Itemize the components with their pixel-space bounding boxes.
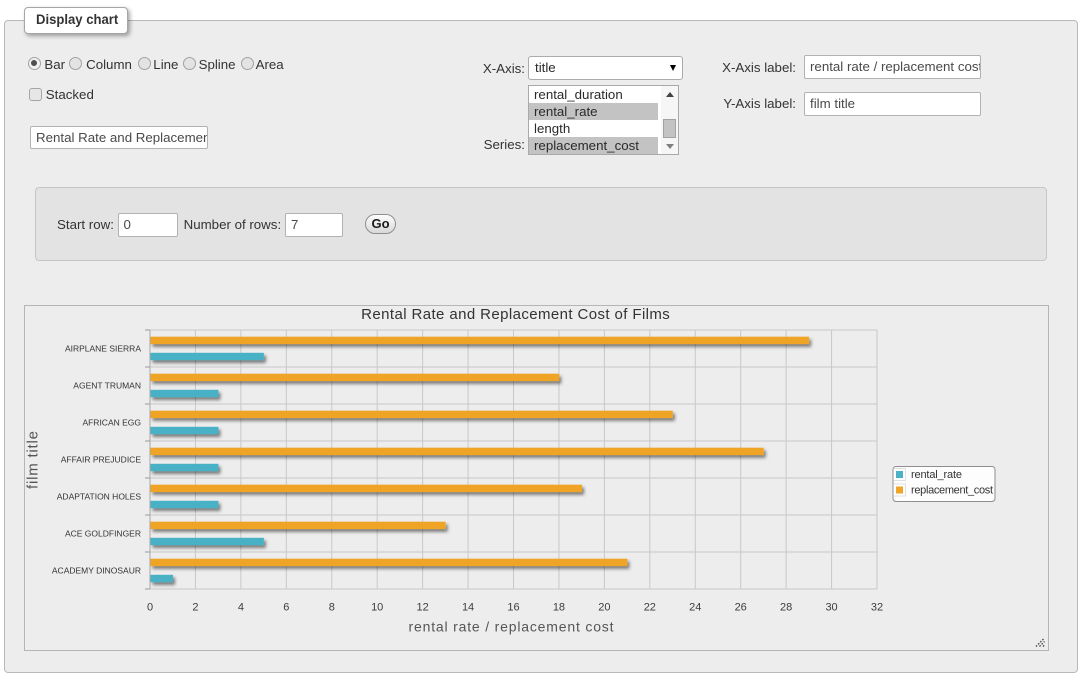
svg-text:film title: film title [25, 431, 41, 489]
svg-text:AIRPLANE SIERRA: AIRPLANE SIERRA [65, 344, 141, 354]
svg-text:12: 12 [417, 602, 429, 614]
svg-text:20: 20 [598, 602, 610, 614]
svg-text:AGENT TRUMAN: AGENT TRUMAN [73, 381, 141, 391]
svg-text:AFFAIR PREJUDICE: AFFAIR PREJUDICE [61, 455, 142, 465]
svg-text:8: 8 [329, 602, 335, 614]
svg-text:6: 6 [283, 602, 289, 614]
svg-text:18: 18 [553, 602, 565, 614]
svg-text:ACE GOLDFINGER: ACE GOLDFINGER [65, 529, 141, 539]
svg-text:16: 16 [507, 602, 519, 614]
svg-text:32: 32 [871, 602, 883, 614]
svg-text:14: 14 [462, 602, 474, 614]
svg-text:replacement_cost: replacement_cost [911, 485, 993, 497]
svg-text:rental_rate: rental_rate [911, 469, 962, 481]
svg-text:2: 2 [192, 602, 198, 614]
svg-text:4: 4 [238, 602, 244, 614]
svg-text:Rental Rate and Replacement Co: Rental Rate and Replacement Cost of Film… [361, 306, 670, 323]
svg-text:24: 24 [689, 602, 701, 614]
svg-text:AFRICAN EGG: AFRICAN EGG [82, 418, 141, 428]
svg-text:0: 0 [147, 602, 153, 614]
svg-text:10: 10 [371, 602, 383, 614]
svg-text:rental rate / replacement cost: rental rate / replacement cost [409, 619, 614, 635]
svg-text:26: 26 [735, 602, 747, 614]
svg-text:22: 22 [644, 602, 656, 614]
svg-text:30: 30 [825, 602, 837, 614]
svg-text:ACADEMY DINOSAUR: ACADEMY DINOSAUR [52, 566, 141, 576]
svg-text:ADAPTATION HOLES: ADAPTATION HOLES [57, 492, 142, 502]
svg-text:28: 28 [780, 602, 792, 614]
